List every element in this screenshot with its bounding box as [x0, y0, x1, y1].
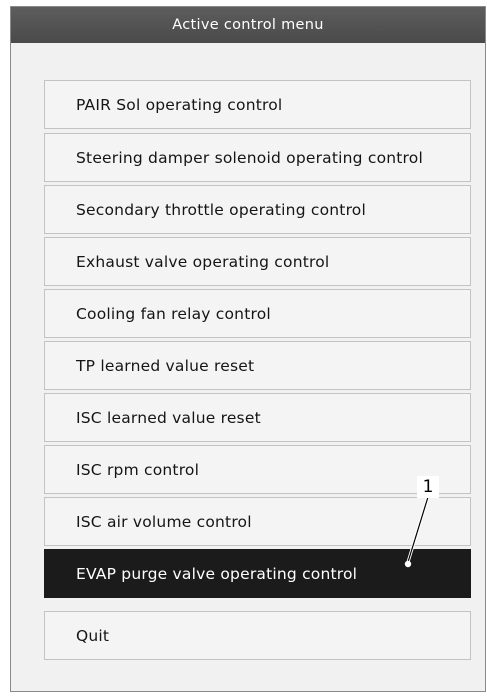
menu-item-steering-damper-solenoid-operating-control[interactable]: Steering damper solenoid operating contr… [44, 133, 471, 182]
quit-button[interactable]: Quit [44, 611, 471, 660]
menu-item-label: Exhaust valve operating control [76, 252, 330, 271]
menu-item-isc-learned-value-reset[interactable]: ISC learned value reset [44, 393, 471, 442]
menu-item-label: Steering damper solenoid operating contr… [76, 148, 423, 167]
menu-item-secondary-throttle-operating-control[interactable]: Secondary throttle operating control [44, 185, 471, 234]
menu-item-evap-purge-valve-operating-control[interactable]: EVAP purge valve operating control [44, 549, 471, 598]
menu-item-isc-air-volume-control[interactable]: ISC air volume control [44, 497, 471, 546]
menu-item-label: ISC rpm control [76, 460, 200, 479]
menu-item-tp-learned-value-reset[interactable]: TP learned value reset [44, 341, 471, 390]
menu-item-label: Secondary throttle operating control [76, 200, 366, 219]
active-control-menu-window: Active control menu PAIR Sol operating c… [10, 6, 486, 692]
window-title: Active control menu [172, 17, 324, 33]
menu-item-label: Cooling fan relay control [76, 304, 271, 323]
menu-item-cooling-fan-relay-control[interactable]: Cooling fan relay control [44, 289, 471, 338]
menu-item-exhaust-valve-operating-control[interactable]: Exhaust valve operating control [44, 237, 471, 286]
menu-item-label: EVAP purge valve operating control [76, 564, 358, 583]
menu-item-isc-rpm-control[interactable]: ISC rpm control [44, 445, 471, 494]
menu-item-label: PAIR Sol operating control [76, 95, 283, 114]
quit-button-label: Quit [76, 626, 110, 645]
menu-item-label: TP learned value reset [76, 356, 255, 375]
window-title-bar: Active control menu [11, 7, 485, 43]
callout-number-label: 1 [417, 476, 439, 498]
menu-item-pair-sol-operating-control[interactable]: PAIR Sol operating control [44, 80, 471, 129]
menu-item-label: ISC learned value reset [76, 408, 261, 427]
menu-item-label: ISC air volume control [76, 512, 252, 531]
